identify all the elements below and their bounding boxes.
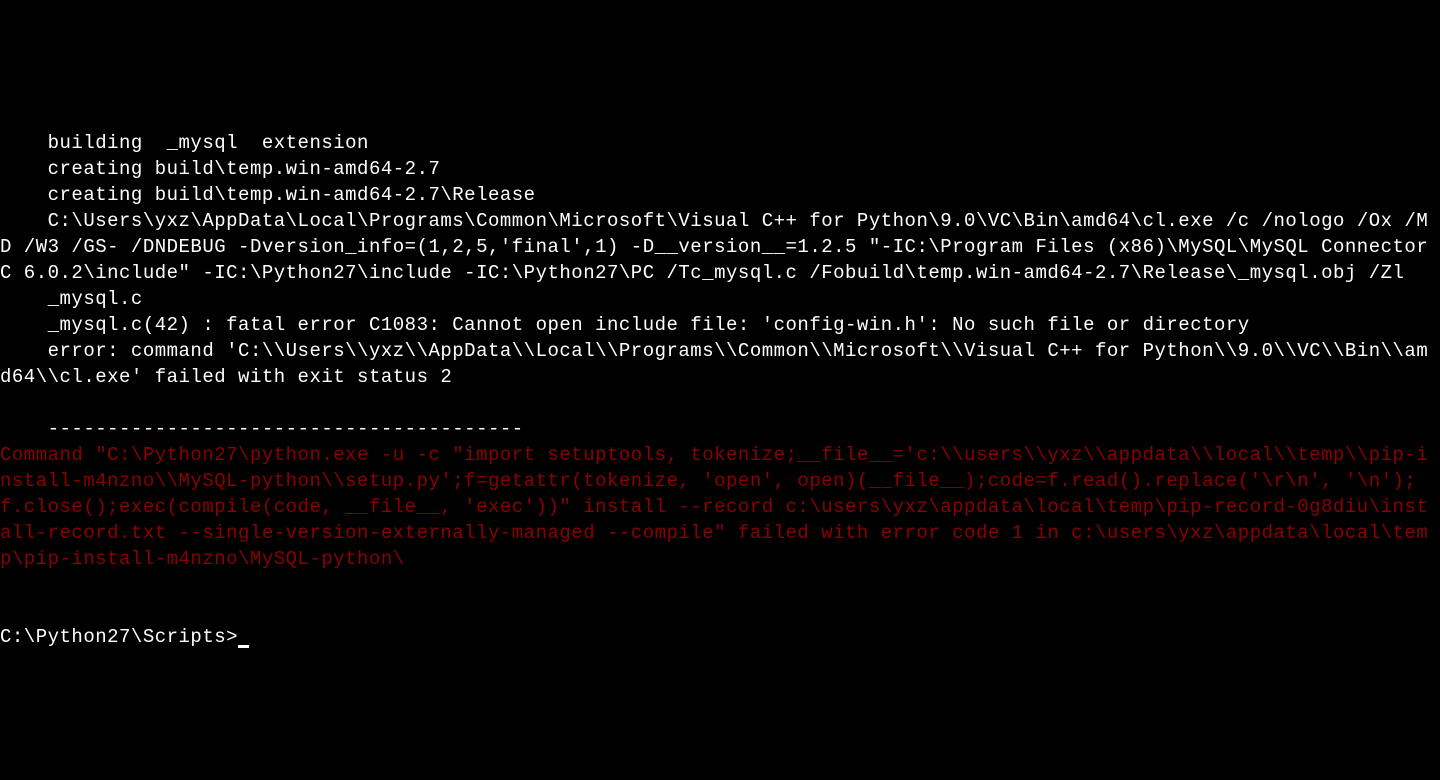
command-prompt[interactable]: C:\Python27\Scripts> [0,626,249,648]
build-output: building _mysql extension creating build… [0,132,1440,440]
prompt-text: C:\Python27\Scripts> [0,626,238,648]
error-output: Command "C:\Python27\python.exe -u -c "i… [0,444,1428,570]
terminal-window[interactable]: building _mysql extension creating build… [0,104,1440,650]
cursor [238,645,249,648]
